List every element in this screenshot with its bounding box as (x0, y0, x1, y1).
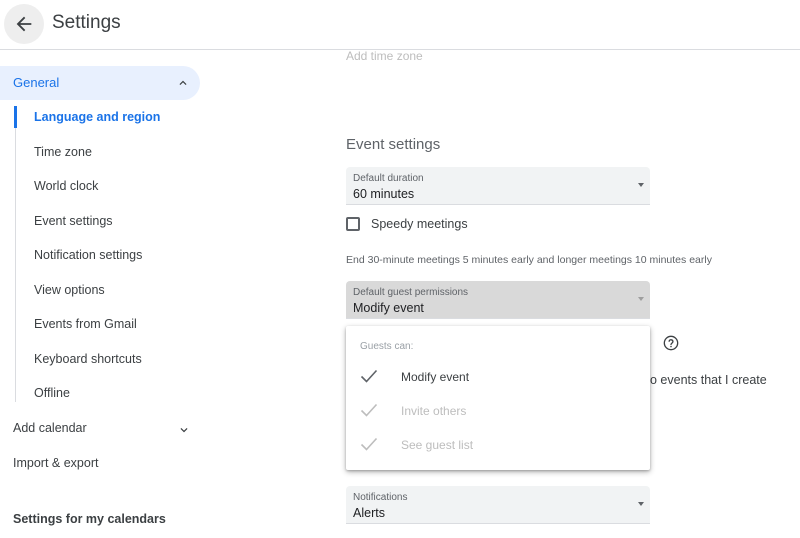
sidebar-item-offline[interactable]: Offline (34, 386, 70, 400)
back-button[interactable] (4, 4, 44, 44)
settings-sidebar: General Language and region Time zone Wo… (0, 50, 215, 538)
guests-can-header: Guests can: (360, 341, 414, 352)
menu-option-label: Invite others (401, 404, 467, 418)
guest-permissions-menu: Guests can: Modify event Invite others S… (346, 326, 650, 470)
menu-option-modify-event[interactable]: Modify event (346, 362, 650, 392)
notifications-value: Alerts (353, 506, 385, 520)
sidebar-item-general-label: General (13, 75, 60, 90)
arrow-back-icon (16, 16, 32, 32)
sidebar-section-my-calendars: Settings for my calendars (13, 512, 166, 526)
guest-permissions-value: Modify event (353, 301, 424, 315)
check-icon (360, 403, 378, 417)
menu-option-see-guest-list[interactable]: See guest list (346, 430, 650, 460)
menu-option-label: Modify event (401, 370, 470, 384)
sidebar-item-event-settings[interactable]: Event settings (34, 214, 113, 228)
guest-permissions-label: Default guest permissions (353, 287, 469, 298)
speedy-meetings-checkbox[interactable] (346, 217, 360, 231)
page-title: Settings (52, 12, 121, 33)
dropdown-caret-icon (638, 183, 644, 187)
sidebar-item-general[interactable]: General (0, 66, 200, 100)
default-duration-select[interactable]: Default duration 60 minutes (346, 167, 650, 205)
sidebar-item-events-from-gmail[interactable]: Events from Gmail (34, 317, 137, 331)
active-indicator (14, 106, 17, 128)
add-time-zone-link[interactable]: Add time zone (346, 49, 423, 63)
chevron-up-icon (179, 80, 187, 85)
sidebar-item-add-calendar[interactable]: Add calendar (13, 421, 87, 435)
speedy-meetings-label: Speedy meetings (371, 217, 468, 231)
check-icon (360, 437, 378, 451)
menu-option-invite-others[interactable]: Invite others (346, 396, 650, 426)
default-duration-value: 60 minutes (353, 187, 415, 201)
menu-option-label: See guest list (401, 438, 474, 452)
sidebar-item-import-export[interactable]: Import & export (13, 456, 98, 470)
event-settings-title: Event settings (346, 136, 441, 153)
speedy-meetings-hint: End 30-minute meetings 5 minutes early a… (346, 254, 712, 266)
dropdown-caret-icon (638, 502, 644, 506)
sidebar-item-language-region[interactable]: Language and region (34, 110, 160, 124)
notifications-select[interactable]: Notifications Alerts (346, 486, 650, 524)
partially-hidden-setting-text: o events that I create (650, 373, 767, 387)
chevron-down-icon[interactable] (177, 423, 191, 437)
top-header: Settings (0, 0, 800, 50)
sidebar-item-notification-settings[interactable]: Notification settings (34, 248, 142, 262)
default-duration-label: Default duration (353, 173, 424, 184)
check-icon (360, 369, 378, 383)
help-icon[interactable] (663, 335, 679, 351)
dropdown-caret-icon (638, 297, 644, 301)
guest-permissions-select[interactable]: Default guest permissions Modify event (346, 281, 650, 319)
notifications-label: Notifications (353, 492, 408, 503)
sidebar-item-time-zone[interactable]: Time zone (34, 145, 92, 159)
sidebar-item-view-options[interactable]: View options (34, 283, 105, 297)
sidebar-item-world-clock[interactable]: World clock (34, 179, 98, 193)
submenu-guide-line (15, 106, 16, 402)
sidebar-item-keyboard-shortcuts[interactable]: Keyboard shortcuts (34, 352, 142, 366)
